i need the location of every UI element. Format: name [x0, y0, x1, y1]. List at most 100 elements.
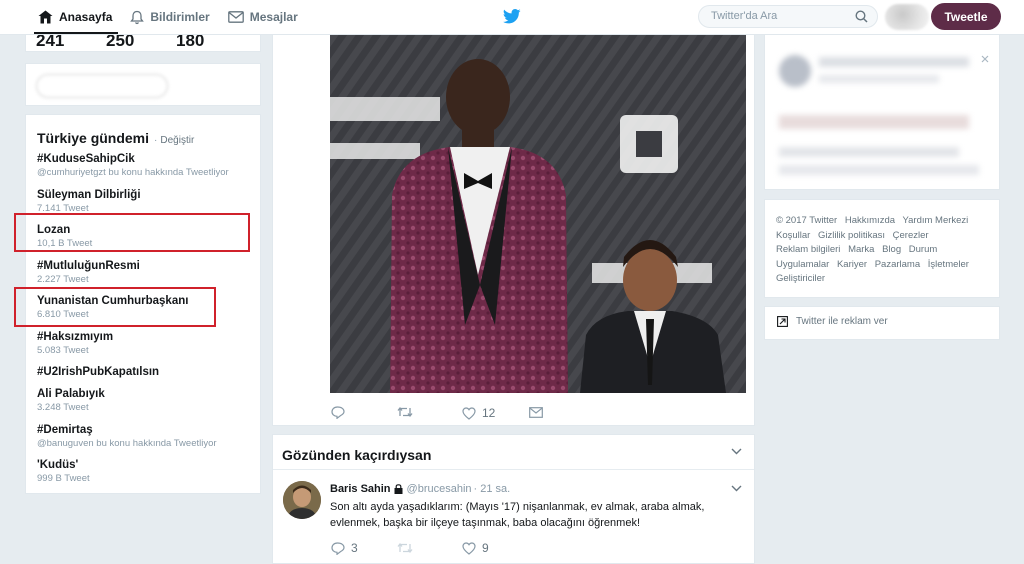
retweet-action[interactable]: [397, 542, 413, 554]
retweet-icon: [397, 542, 413, 554]
footer-link[interactable]: Reklam bilgileri: [776, 244, 840, 255]
missed-tweets-title: Gözünden kaçırdıysan: [282, 447, 432, 463]
trend-name: Ali Palabıyık: [37, 388, 105, 400]
retweet-action[interactable]: [397, 406, 413, 418]
nav-messages[interactable]: Mesajlar: [224, 0, 308, 34]
nav-notifications-label: Bildirimler: [150, 10, 210, 24]
chevron-down-icon[interactable]: [731, 485, 742, 492]
blurred-avatar: [779, 55, 811, 87]
blurred-text: [779, 165, 979, 175]
footer-link[interactable]: Durum: [909, 244, 938, 255]
footer-link[interactable]: Uygulamalar: [776, 259, 829, 270]
trend-meta: 999 B Tweet: [37, 473, 90, 484]
chevron-down-icon[interactable]: [731, 448, 742, 455]
trends-change-link[interactable]: Değiştir: [160, 135, 194, 146]
blurred-text: [819, 75, 939, 83]
tweet-photo[interactable]: [330, 35, 746, 393]
trend-meta: 3.248 Tweet: [37, 402, 89, 413]
footer-link[interactable]: Çerezler: [893, 230, 929, 241]
nav-home[interactable]: Anasayfa: [34, 0, 122, 34]
trend-meta: @cumhuriyetgzt bu konu hakkında Tweetliy…: [37, 167, 229, 178]
footer-link[interactable]: Hakkımızda: [845, 215, 895, 226]
like-action[interactable]: 9: [462, 541, 489, 555]
trend-item[interactable]: 'Kudüs' 999 B Tweet: [37, 458, 257, 494]
like-count: 9: [482, 541, 489, 555]
nav-home-label: Anasayfa: [59, 10, 113, 24]
footer-link[interactable]: Pazarlama: [875, 259, 920, 270]
twitter-bird-icon[interactable]: [503, 9, 521, 24]
trend-name: #MutluluğunResmi: [37, 259, 140, 272]
trend-item[interactable]: #Demirtaş @banuguven bu konu hakkında Tw…: [37, 423, 257, 459]
external-link-icon: [777, 316, 788, 327]
top-navigation-bar: Anasayfa Bildirimler Mesajlar Tweetle: [0, 0, 1024, 35]
blurred-promo-card: [25, 63, 261, 106]
tweet-header: Baris Sahin @brucesahin · 21 sa.: [330, 483, 510, 495]
reply-action[interactable]: [331, 406, 345, 419]
footer-link: © 2017 Twitter: [776, 215, 838, 226]
footer-link[interactable]: İşletmeler: [928, 259, 969, 270]
trend-item[interactable]: Ali Palabıyık 3.248 Tweet: [37, 387, 257, 423]
footer-link[interactable]: Marka: [848, 244, 874, 255]
home-icon: [38, 10, 53, 24]
reply-icon: [331, 541, 345, 555]
tweet-button[interactable]: Tweetle: [931, 3, 1001, 30]
trend-name: 'Kudüs': [37, 459, 79, 471]
like-action[interactable]: 12: [462, 406, 495, 420]
search-input[interactable]: [709, 9, 853, 23]
trend-meta: 2.227 Tweet: [37, 273, 89, 285]
footer-link[interactable]: Blog: [882, 244, 901, 255]
highlight-box-lozan: [14, 213, 250, 252]
footer-links: © 2017 Twitter Hakkımızda Yardım Merkezi…: [776, 214, 990, 287]
reply-action[interactable]: 3: [331, 541, 358, 555]
blurred-button[interactable]: [36, 74, 168, 98]
profile-avatar[interactable]: [885, 4, 929, 30]
direct-message-action[interactable]: [529, 407, 543, 418]
trend-meta: @banuguven bu konu hakkında Tweetliyor: [37, 437, 217, 449]
search-icon[interactable]: [855, 10, 868, 23]
heart-icon: [462, 406, 476, 420]
blurred-text: [819, 57, 969, 67]
trends-title: Türkiye gündemi: [37, 130, 150, 146]
advertise-link-label: Twitter ile reklam ver: [796, 316, 888, 327]
trend-item[interactable]: #KuduseSahipCik @cumhuriyetgzt bu konu h…: [37, 152, 257, 188]
blurred-text: [779, 115, 969, 129]
tweet-author-name[interactable]: Baris Sahin: [330, 483, 391, 495]
missed-tweets-card: Gözünden kaçırdıysan Baris Sahin @bruces…: [272, 434, 755, 564]
envelope-icon: [227, 11, 244, 23]
divider: [273, 469, 754, 470]
bell-icon: [130, 10, 145, 24]
trend-meta: 5.083 Tweet: [37, 344, 89, 356]
heart-icon: [462, 541, 476, 555]
trend-item[interactable]: #U2IrishPubKapatılsın: [37, 365, 257, 387]
reply-count: 3: [351, 541, 358, 555]
footer-link[interactable]: Gizlilik politikası: [818, 230, 885, 241]
search-box: [698, 5, 878, 28]
footer-link[interactable]: Kariyer: [837, 259, 867, 270]
avatar[interactable]: [283, 481, 321, 519]
footer-link[interactable]: Geliştiriciler: [776, 273, 825, 284]
main-nav: Anasayfa Bildirimler Mesajlar: [34, 0, 312, 34]
tweet-author-handle[interactable]: @brucesahin: [407, 483, 472, 495]
ads-card: Twitter ile reklam ver: [764, 306, 1000, 340]
trend-name: #U2IrishPubKapatılsın: [37, 366, 160, 378]
advertise-link[interactable]: Twitter ile reklam ver: [777, 316, 888, 327]
nav-messages-label: Mesajlar: [249, 10, 298, 24]
photo-tweet-card: 12: [272, 34, 755, 426]
trend-item[interactable]: #Haksızmıyım 5.083 Tweet: [37, 330, 257, 366]
nav-notifications[interactable]: Bildirimler: [126, 0, 219, 34]
footer-link[interactable]: Koşullar: [776, 230, 810, 241]
event-photo-illustration: [330, 35, 746, 393]
retweet-icon: [397, 406, 413, 418]
like-count: 12: [482, 406, 496, 420]
highlight-box-yunanistan: [14, 287, 216, 327]
close-icon[interactable]: [981, 55, 989, 63]
trends-separator: ·: [154, 135, 158, 146]
trends-header: Türkiye gündemi · Değiştir: [37, 130, 194, 146]
trend-name: #Demirtaş: [37, 423, 93, 436]
tweet-text: Son altı ayda yaşadıklarım: (Mayıs '17) …: [330, 501, 705, 529]
trend-name: #KuduseSahipCik: [37, 153, 135, 165]
footer-link[interactable]: Yardım Merkezi: [902, 215, 968, 226]
lock-icon: [394, 484, 403, 494]
reply-icon: [331, 406, 345, 419]
tweet-timestamp[interactable]: · 21 sa.: [474, 483, 511, 495]
